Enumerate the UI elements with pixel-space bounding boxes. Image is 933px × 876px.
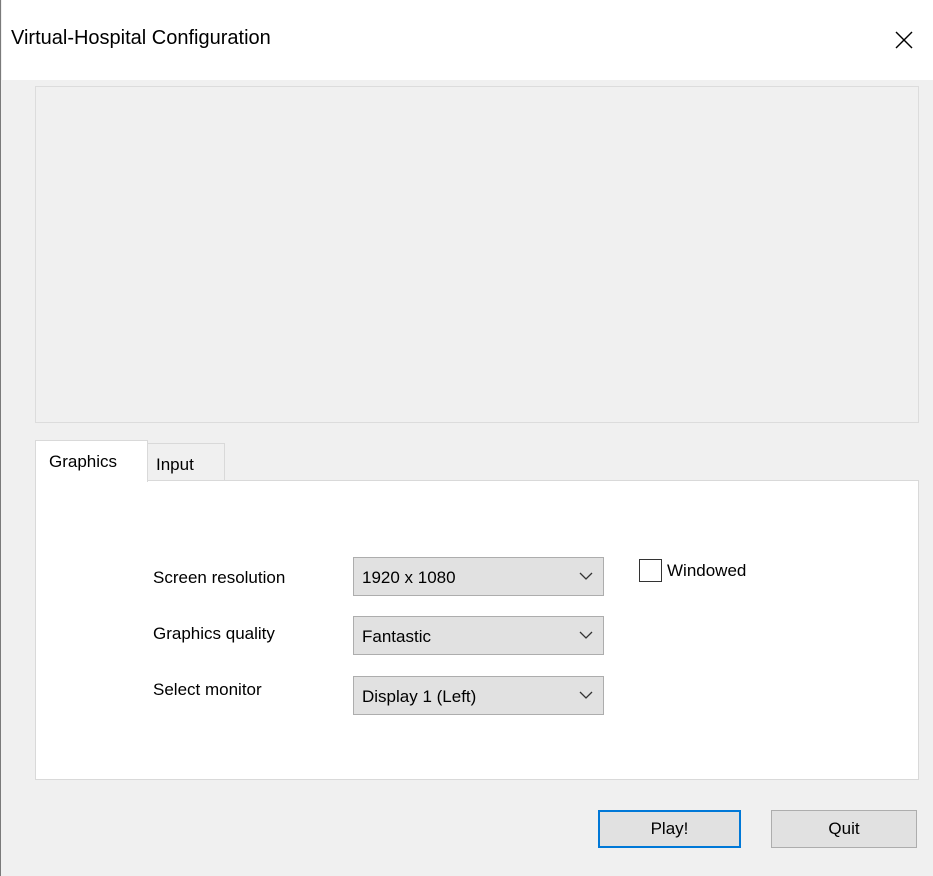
select-monitor-label: Select monitor: [153, 680, 262, 699]
screen-resolution-value: 1920 x 1080: [362, 568, 456, 587]
chevron-down-icon: [579, 631, 593, 639]
quit-button[interactable]: Quit: [771, 810, 917, 848]
tab-input[interactable]: Input: [147, 443, 225, 480]
select-monitor-select[interactable]: Display 1 (Left): [353, 676, 604, 715]
windowed-option[interactable]: Windowed: [639, 559, 746, 582]
chevron-down-icon: [579, 691, 593, 699]
chevron-down-icon: [579, 572, 593, 580]
tab-graphics-label: Graphics: [49, 452, 118, 471]
window-title: Virtual-Hospital Configuration: [11, 27, 271, 49]
title-bar[interactable]: Virtual-Hospital Configuration: [2, 0, 933, 80]
graphics-quality-select[interactable]: Fantastic: [353, 616, 604, 655]
banner-image-area: [35, 86, 919, 423]
play-button[interactable]: Play!: [598, 810, 741, 848]
config-window: Virtual-Hospital Configuration Graphics …: [0, 0, 933, 876]
windowed-label: Windowed: [667, 560, 747, 580]
graphics-quality-value: Fantastic: [362, 627, 431, 646]
select-monitor-value: Display 1 (Left): [362, 687, 477, 706]
graphics-quality-label: Graphics quality: [153, 624, 275, 643]
close-icon: [895, 31, 913, 49]
tab-graphics[interactable]: Graphics: [35, 440, 148, 482]
screen-resolution-label: Screen resolution: [153, 568, 286, 587]
screen-resolution-select[interactable]: 1920 x 1080: [353, 557, 604, 596]
windowed-checkbox[interactable]: [639, 559, 662, 582]
close-button[interactable]: [874, 0, 933, 80]
tab-input-label: Input: [156, 455, 194, 474]
